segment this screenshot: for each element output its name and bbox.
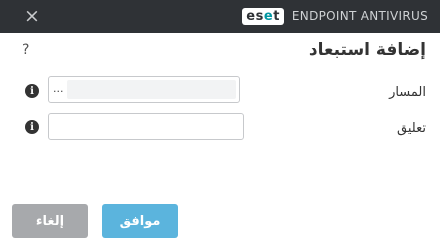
logo-accent: e (263, 9, 274, 24)
cancel-button[interactable]: إلغاء (12, 204, 88, 238)
path-label: المسار (389, 85, 426, 100)
path-field[interactable]: ... (48, 76, 240, 103)
dialog-title: إضافة استبعاد (308, 40, 426, 60)
help-icon[interactable]: ? (22, 42, 29, 58)
logo-part1: es (246, 9, 264, 24)
product-name: ENDPOINT ANTIVIRUS (291, 9, 428, 23)
window-titlebar: × es e t ENDPOINT ANTIVIRUS (0, 0, 440, 33)
close-icon[interactable]: × (22, 6, 42, 26)
logo-part2: t (273, 9, 280, 24)
comment-label: تعليق (397, 121, 426, 136)
comment-info-icon[interactable]: i (25, 120, 39, 134)
path-value (67, 80, 236, 99)
comment-field[interactable] (48, 113, 244, 140)
ok-button[interactable]: موافق (102, 204, 178, 238)
eset-logo: es e t (242, 8, 284, 25)
path-info-icon[interactable]: i (25, 84, 39, 98)
brand: es e t ENDPOINT ANTIVIRUS (242, 7, 428, 26)
browse-button[interactable]: ... (53, 82, 64, 95)
